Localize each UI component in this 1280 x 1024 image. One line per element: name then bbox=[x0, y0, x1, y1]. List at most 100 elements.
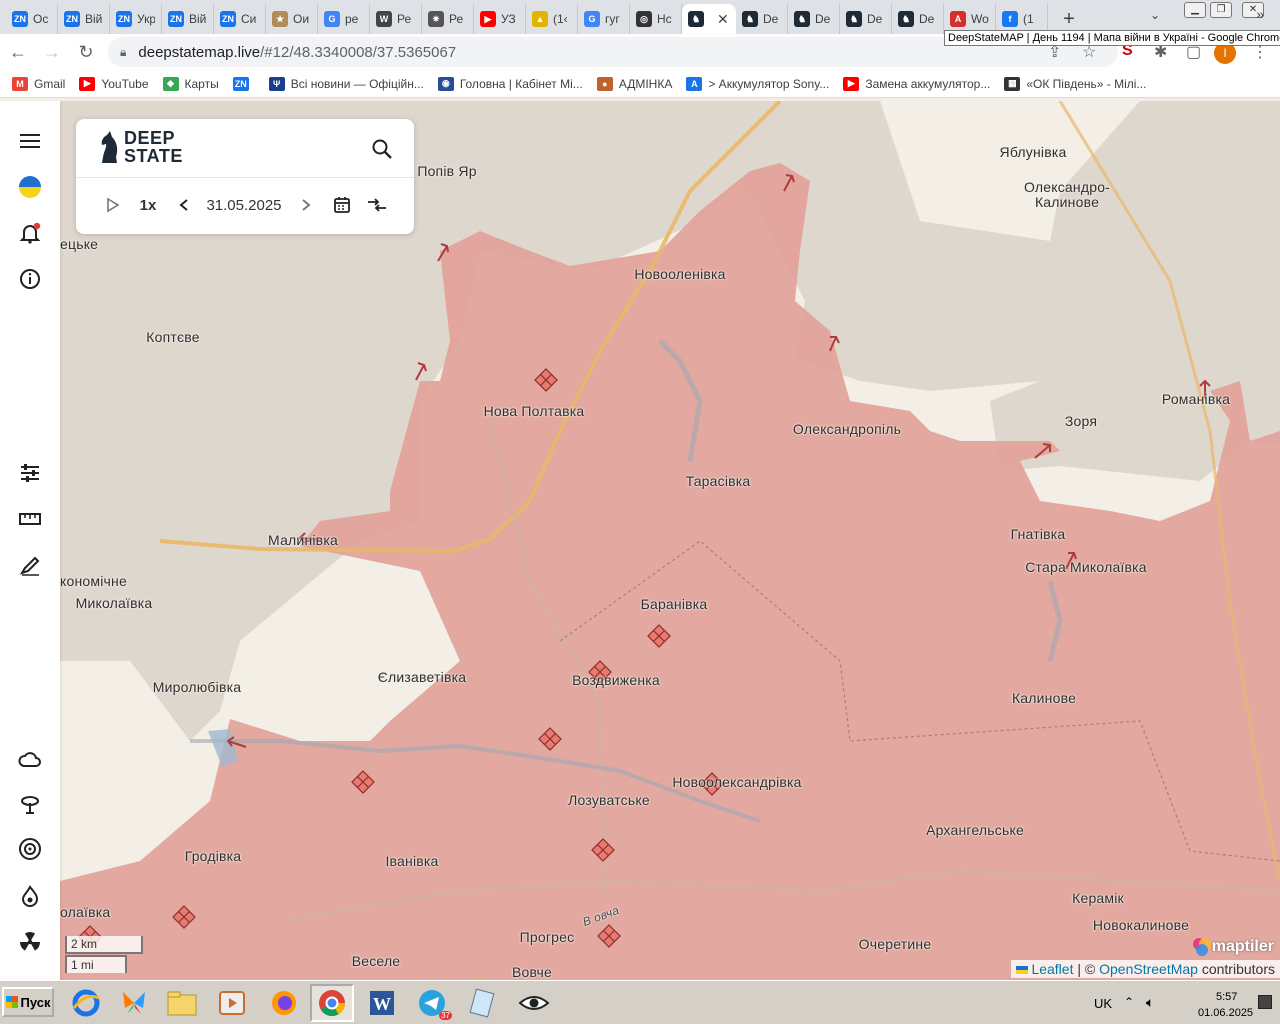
browser-tab[interactable]: ZN Війі bbox=[58, 4, 110, 34]
gmail-icon: M bbox=[12, 76, 28, 91]
weather-icon[interactable] bbox=[18, 747, 42, 771]
browser-tab[interactable]: ◎ Нс bbox=[630, 4, 682, 34]
play-icon[interactable] bbox=[102, 189, 124, 221]
minimize-button[interactable]: ▁ bbox=[1184, 2, 1206, 18]
browser-tab[interactable]: ZN Ос bbox=[6, 4, 58, 34]
clock-date[interactable]: 01.06.2025 bbox=[1198, 1007, 1253, 1019]
maptiler-logo[interactable]: maptiler bbox=[1192, 937, 1274, 957]
browser-tab[interactable]: ZN Си bbox=[214, 4, 266, 34]
browser-tab[interactable]: W Ре bbox=[370, 4, 422, 34]
bookmark-item[interactable]: ZN bbox=[232, 76, 255, 91]
tab-search-chevron-icon[interactable]: ⌄ bbox=[1150, 8, 1160, 22]
restore-button[interactable]: ❐ bbox=[1210, 2, 1232, 18]
word-icon[interactable]: W bbox=[360, 984, 404, 1022]
browser-tab[interactable]: ★ Ои bbox=[266, 4, 318, 34]
eye-icon[interactable] bbox=[512, 984, 556, 1022]
hamburger-icon[interactable] bbox=[18, 129, 42, 153]
browser-tab[interactable]: ♞ De bbox=[892, 4, 944, 34]
draw-icon[interactable] bbox=[18, 553, 42, 577]
tab-title: Wo bbox=[971, 12, 989, 26]
place-label: Лозуватське bbox=[568, 792, 650, 808]
info-icon[interactable] bbox=[18, 267, 42, 291]
place-label: Стара Миколаївка bbox=[1025, 559, 1147, 575]
place-label: Тарасівка bbox=[685, 473, 751, 489]
ukraine-flag-icon[interactable] bbox=[18, 175, 42, 199]
bookmark-item[interactable]: ◉ Головна | Кабінет Мі... bbox=[437, 76, 583, 91]
youtube-icon: ▶ bbox=[480, 11, 496, 27]
bookmark-item[interactable]: ◆ Карты bbox=[162, 76, 219, 91]
folder-icon[interactable] bbox=[160, 984, 204, 1022]
target-icon[interactable] bbox=[18, 837, 42, 861]
google-icon: G bbox=[324, 11, 340, 27]
nuclear-plant-icon[interactable] bbox=[18, 792, 42, 816]
map-canvas[interactable]: Попів Яр Яблунівка Олександро- Калинове ецьк… bbox=[60, 101, 1280, 980]
osm-link[interactable]: OpenStreetMap bbox=[1099, 961, 1198, 977]
tray-expand-icon[interactable]: ⌃ bbox=[1124, 995, 1134, 1009]
firefox-icon[interactable] bbox=[262, 984, 306, 1022]
place-label: Новооленівка bbox=[634, 266, 726, 282]
fire-icon[interactable] bbox=[18, 884, 42, 908]
back-icon[interactable]: ← bbox=[2, 36, 34, 68]
browser-tab[interactable]: ♞ De bbox=[788, 4, 840, 34]
bookmark-item[interactable]: ▦ «ОК Південь» - Мілі... bbox=[1004, 76, 1146, 91]
current-date[interactable]: 31.05.2025 bbox=[200, 189, 288, 221]
volume-icon[interactable]: 🔈︎ bbox=[1146, 994, 1154, 1011]
notifications-icon[interactable] bbox=[18, 221, 42, 245]
chrome-icon[interactable] bbox=[310, 984, 354, 1022]
browser-tab[interactable]: ♞ De bbox=[736, 4, 788, 34]
show-desktop-icon[interactable] bbox=[1258, 995, 1272, 1009]
acrobat-icon: A bbox=[950, 11, 966, 27]
bookmark-item[interactable]: A > Аккумулятор Sony... bbox=[686, 76, 829, 91]
ruler-icon[interactable] bbox=[18, 507, 42, 531]
browser-tab[interactable]: ZN Війі bbox=[162, 4, 214, 34]
browser-tab[interactable]: ▶ УЗ bbox=[474, 4, 526, 34]
lock-icon[interactable]: 🔒︎ bbox=[120, 45, 126, 60]
compare-icon[interactable] bbox=[364, 189, 390, 221]
clock-time[interactable]: 5:57 bbox=[1216, 991, 1237, 1003]
start-button[interactable]: Пуск bbox=[2, 987, 54, 1017]
search-icon[interactable] bbox=[370, 137, 394, 161]
deepstate-icon: ♞ bbox=[794, 11, 810, 27]
browser-tab[interactable]: ♞ ✕ bbox=[682, 4, 736, 34]
language-indicator[interactable]: UK bbox=[1094, 996, 1112, 1011]
place-label: Очеретине bbox=[858, 936, 932, 952]
radiation-icon[interactable] bbox=[18, 930, 42, 954]
bookmark-label: АДМІНКА bbox=[618, 76, 673, 91]
internet-explorer-icon[interactable] bbox=[64, 984, 108, 1022]
browser-tab[interactable]: Gгуг bbox=[578, 4, 630, 34]
zn-icon: ZN bbox=[64, 11, 80, 27]
zn-icon: ZN bbox=[232, 76, 249, 91]
calendar-icon[interactable] bbox=[330, 189, 354, 221]
forward-icon[interactable]: → bbox=[36, 36, 68, 68]
deepstate-logo[interactable]: DEEP STATE bbox=[98, 129, 183, 165]
filters-icon[interactable] bbox=[18, 461, 42, 485]
butterfly-icon[interactable] bbox=[112, 984, 156, 1022]
notepad-icon[interactable] bbox=[460, 984, 504, 1022]
browser-tab[interactable]: ZN Укр bbox=[110, 4, 162, 34]
browser-tab[interactable]: Gре bbox=[318, 4, 370, 34]
bookmark-item[interactable]: ● АДМІНКА bbox=[596, 76, 673, 91]
bookmarks-overflow-icon[interactable]: » bbox=[1256, 6, 1264, 22]
place-label: Гнатівка bbox=[1010, 526, 1066, 542]
leaflet-link[interactable]: Leaflet bbox=[1031, 961, 1073, 977]
telegram-unread-badge: 37 bbox=[439, 1011, 452, 1020]
browser-tab[interactable]: ▲ (1‹ bbox=[526, 4, 578, 34]
bookmarks-bar: M Gmail ▶ YouTube ◆ Карты ZN Ψ Всі новини — Офіц… bbox=[0, 70, 1280, 98]
place-label: Зоря bbox=[1064, 413, 1098, 429]
previous-date-icon[interactable] bbox=[174, 189, 194, 221]
browser-tab[interactable]: ♞ De bbox=[840, 4, 892, 34]
close-tab-icon[interactable]: ✕ bbox=[717, 11, 729, 28]
browser-tab[interactable]: ✷ Ре bbox=[422, 4, 474, 34]
speed-button[interactable]: 1x bbox=[134, 189, 162, 221]
bookmark-item[interactable]: M Gmail bbox=[12, 76, 65, 91]
reload-icon[interactable]: ↻ bbox=[70, 36, 102, 68]
bookmark-item[interactable]: Ψ Всі новини — Офіційн... bbox=[268, 76, 424, 91]
maps-icon: ◆ bbox=[162, 76, 179, 91]
tab-title: De bbox=[867, 12, 883, 26]
media-player-icon[interactable] bbox=[210, 984, 254, 1022]
next-date-icon[interactable] bbox=[296, 189, 316, 221]
place-label: Архангельське bbox=[926, 822, 1024, 838]
telegram-icon[interactable]: 37 bbox=[410, 984, 454, 1022]
bookmark-item[interactable]: ▶ YouTube bbox=[79, 76, 149, 91]
bookmark-item[interactable]: ▶ Замена аккумулятор... bbox=[843, 76, 990, 91]
